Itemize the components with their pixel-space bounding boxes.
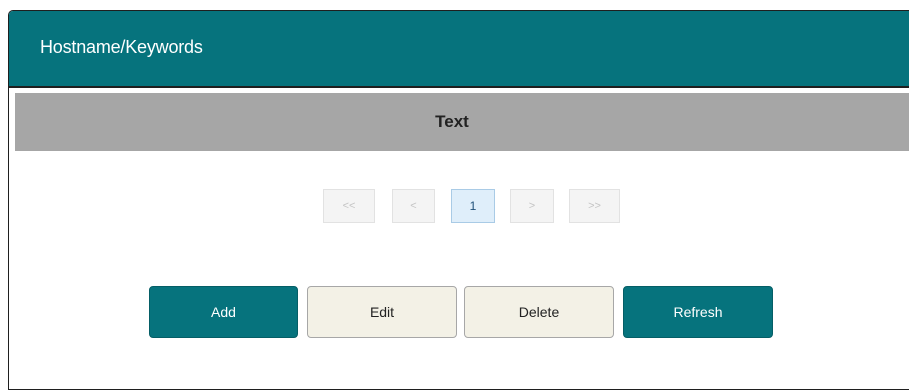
column-header-text: Text (435, 112, 469, 131)
edit-button[interactable]: Edit (307, 286, 457, 338)
table-header-row: Text (15, 93, 909, 151)
refresh-button[interactable]: Refresh (623, 286, 773, 338)
first-page-button[interactable]: << (323, 189, 375, 223)
next-page-button[interactable]: > (510, 189, 554, 223)
last-page-button[interactable]: >> (569, 189, 620, 223)
add-button[interactable]: Add (149, 286, 298, 338)
panel-title: Hostname/Keywords (40, 37, 203, 57)
panel-header: Hostname/Keywords (9, 11, 909, 88)
pagination: << < 1 > >> (0, 189, 909, 223)
previous-page-button[interactable]: < (392, 189, 435, 223)
action-bar: Add Edit Delete Refresh (0, 286, 909, 338)
delete-button[interactable]: Delete (464, 286, 614, 338)
current-page-button[interactable]: 1 (451, 189, 495, 223)
